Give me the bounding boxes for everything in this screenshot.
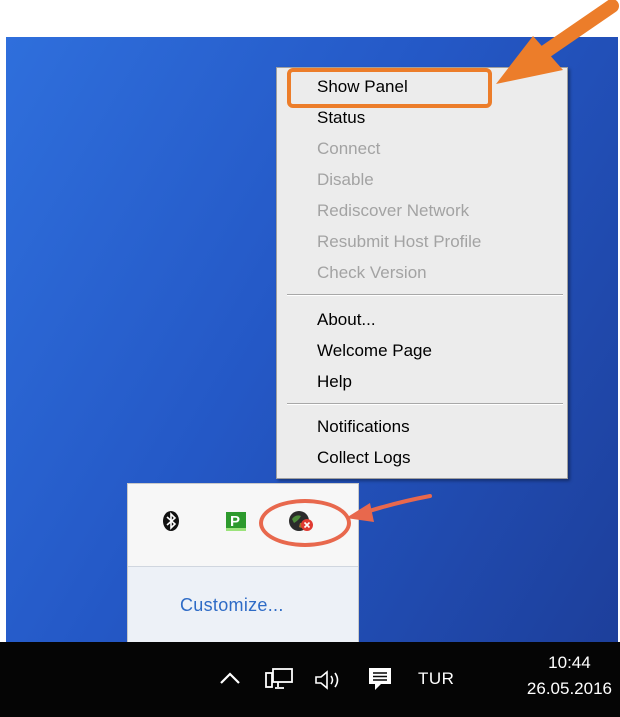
clock[interactable]: 10:44 26.05.2016: [527, 650, 612, 702]
menu-item-disable: Disable: [317, 170, 374, 189]
menu-item-help[interactable]: Help: [317, 368, 352, 396]
network-icon[interactable]: [262, 665, 296, 693]
menu-item-notifications[interactable]: Notifications: [317, 413, 410, 441]
taskbar: TUR 10:44 26.05.2016: [0, 642, 620, 717]
svg-text:P: P: [230, 513, 240, 530]
clock-date: 26.05.2016: [526, 679, 612, 698]
green-p-app-icon[interactable]: P: [224, 510, 246, 532]
bluetooth-icon[interactable]: [160, 510, 182, 532]
menu-item-collect-logs[interactable]: Collect Logs: [317, 444, 411, 472]
menu-separator: [287, 294, 563, 296]
menu-item-rediscover-network: Rediscover Network: [317, 201, 470, 220]
menu-item-check-version: Check Version: [317, 263, 427, 282]
menu-separator: [287, 403, 563, 405]
chevron-up-icon[interactable]: [217, 665, 243, 691]
customize-link[interactable]: Customize...: [180, 595, 284, 616]
language-indicator[interactable]: TUR: [418, 665, 454, 693]
clock-time: 10:44: [548, 653, 591, 672]
customize-link-area: Customize...: [128, 566, 358, 645]
highlight-ellipse-tray-icon: [259, 499, 351, 547]
volume-icon[interactable]: [311, 667, 349, 693]
menu-item-about[interactable]: About...: [317, 306, 376, 334]
menu-item-welcome-page[interactable]: Welcome Page: [317, 337, 432, 365]
menu-item-connect: Connect: [317, 139, 381, 158]
context-menu: Show Panel Status Connect Disable Redisc…: [276, 67, 568, 479]
highlight-box-show-panel: [287, 68, 492, 108]
menu-item-resubmit-host-profile: Resubmit Host Profile: [317, 232, 482, 251]
menu-item-status[interactable]: Status: [317, 104, 365, 132]
action-center-icon[interactable]: [364, 664, 396, 694]
